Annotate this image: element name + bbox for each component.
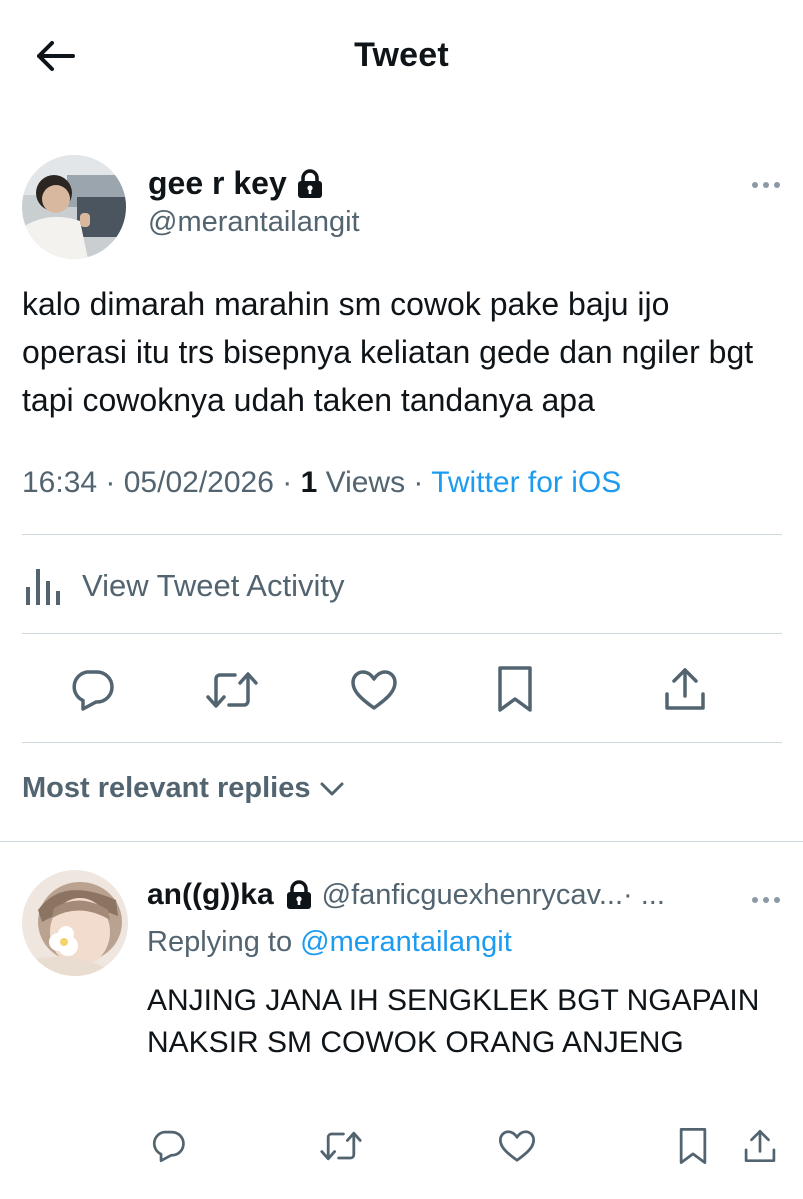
- reply-reply-button[interactable]: [148, 1125, 188, 1167]
- like-icon: [498, 1130, 536, 1162]
- reply-header: an((g))ka @fanficguexhenrycav... · ...: [147, 878, 665, 912]
- replies-sort-dropdown[interactable]: Most relevant replies: [22, 772, 345, 805]
- reply-author-handle[interactable]: @fanficguexhenrycav...: [322, 879, 623, 912]
- view-tweet-activity-button[interactable]: View Tweet Activity: [22, 556, 344, 616]
- views-count: 1: [300, 466, 318, 499]
- view-tweet-activity-label: View Tweet Activity: [82, 568, 345, 603]
- reply-more-button[interactable]: [749, 890, 783, 910]
- bookmark-icon: [679, 1128, 707, 1164]
- replying-to-mention[interactable]: @merantailangit: [300, 926, 512, 958]
- share-icon: [665, 668, 705, 710]
- reply-share-button[interactable]: [740, 1124, 780, 1168]
- author-name-text: gee r key: [148, 165, 287, 201]
- author-name[interactable]: gee r key: [148, 165, 323, 202]
- replies-sort-label: Most relevant replies: [22, 772, 311, 804]
- reply-bookmark-button[interactable]: [675, 1124, 711, 1168]
- retweet-button[interactable]: [204, 665, 260, 715]
- retweet-icon: [320, 1131, 362, 1161]
- reply-author-name[interactable]: an((g))ka: [147, 878, 274, 912]
- share-button[interactable]: [660, 662, 710, 716]
- reply-meta-suffix: · ...: [623, 878, 665, 911]
- lock-icon: [297, 168, 322, 198]
- reply-author-avatar[interactable]: [22, 870, 128, 976]
- replying-to-prefix: Replying to: [147, 926, 293, 958]
- lock-icon: [286, 880, 311, 909]
- top-bar: Tweet: [0, 0, 803, 110]
- reply-like-button[interactable]: [496, 1125, 538, 1167]
- reply-icon: [152, 1130, 185, 1163]
- reply-text: ANJING JANA IH SENGKLEK BGT NGAPAIN NAKS…: [147, 984, 760, 1059]
- divider: [22, 742, 782, 743]
- tweet-time: 16:34: [22, 466, 98, 499]
- replying-to: Replying to @merantailangit: [147, 926, 512, 959]
- chevron-down-icon: [320, 782, 343, 795]
- views-label: Views: [325, 466, 406, 499]
- divider: [22, 633, 782, 634]
- retweet-icon: [206, 672, 258, 708]
- like-button[interactable]: [348, 665, 400, 715]
- reply-button[interactable]: [66, 665, 118, 715]
- author-handle[interactable]: @merantailangit: [148, 206, 360, 239]
- divider: [22, 534, 782, 535]
- like-icon: [351, 670, 397, 710]
- tweet-date: 05/02/2026: [123, 466, 274, 499]
- reply-retweet-button[interactable]: [318, 1125, 364, 1167]
- more-horizontal-icon: [752, 182, 780, 188]
- bookmark-button[interactable]: [492, 662, 538, 716]
- share-icon: [744, 1129, 776, 1163]
- author-avatar[interactable]: [22, 155, 126, 259]
- page-title: Tweet: [354, 36, 449, 74]
- tweet-meta: 16:34 · 05/02/2026 · 1 Views · Twitter f…: [22, 466, 621, 500]
- reply-icon: [72, 670, 114, 711]
- more-horizontal-icon: [752, 897, 780, 903]
- meta-separator: ·: [405, 466, 432, 499]
- bookmark-icon: [498, 666, 532, 712]
- tweet-source-link[interactable]: Twitter for iOS: [431, 466, 621, 499]
- section-divider: [0, 841, 803, 842]
- meta-separator: ·: [273, 466, 301, 499]
- bar-chart-icon: [26, 569, 60, 605]
- meta-separator: ·: [97, 466, 124, 499]
- tweet-more-button[interactable]: [749, 175, 783, 195]
- tweet-text: kalo dimarah marahin sm cowok pake baju …: [22, 286, 754, 418]
